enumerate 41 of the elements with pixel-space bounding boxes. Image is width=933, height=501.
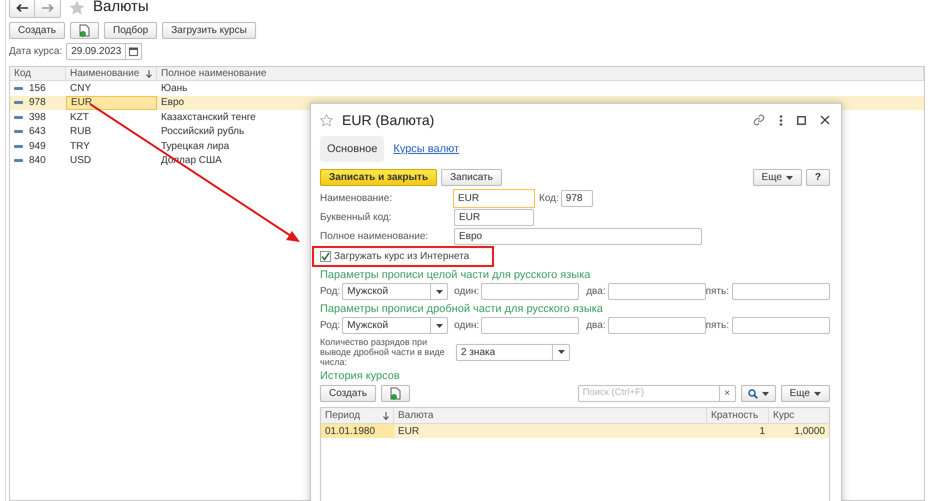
table-cell-text: Турецкая лира: [161, 140, 230, 154]
table-cell: 01.01.1980: [321, 424, 394, 438]
table-cell-text: RUB: [69, 125, 92, 139]
table-cell-text: 1: [759, 424, 765, 438]
table-cell-text: USD: [69, 154, 92, 168]
table-cell-text: 398: [29, 110, 46, 125]
table-cell-text: CNY: [69, 82, 92, 96]
field-label: Наименование:: [320, 192, 394, 206]
table-cell-text: 1,0000: [794, 424, 825, 438]
table-cell-text: 978: [29, 96, 46, 110]
table-cell-text: EUR: [398, 424, 420, 438]
dialog-title: EUR (Валюта): [342, 110, 434, 130]
checkbox-label: Загружать курс из Интернета: [334, 250, 470, 264]
section-heading: Параметры прописи целой части для русского языка: [320, 268, 592, 282]
table-cell-text: Евро: [161, 96, 184, 110]
field-label: два:: [586, 285, 606, 299]
field-label: Род:: [320, 285, 340, 299]
date-label: Дата курса:: [9, 45, 62, 59]
field-label: пять:: [706, 319, 729, 333]
table-cell-text: 643: [29, 125, 46, 140]
field-label: Род:: [320, 319, 340, 333]
table-cell-text: Российский рубль: [161, 125, 244, 140]
table-cell-text: 156: [29, 82, 46, 96]
table-cell-text: KZT: [69, 110, 90, 124]
field-label: Полное наименование:: [320, 230, 430, 244]
section-heading: Параметры прописи дробной части для русского языка: [320, 302, 604, 316]
table-cell-text: Юань: [161, 82, 188, 96]
field-label: один:: [454, 285, 480, 299]
page-title: Валюты: [93, 0, 149, 18]
table-cell-text: TRY: [69, 140, 91, 154]
table-cell-text: 840: [29, 154, 46, 168]
field-label: Количество разрядов при выводе дробной части в виде числа:: [320, 337, 446, 367]
table-cell: EUR: [66, 96, 157, 110]
field-label: Буквенный код:: [320, 211, 393, 225]
field-label: пять:: [706, 285, 729, 299]
field-label: два:: [586, 319, 606, 333]
table-cell-text: 949: [29, 140, 46, 154]
field-label: Код:: [539, 192, 559, 206]
section-heading: История курсов: [320, 369, 401, 383]
field-label: один:: [454, 319, 480, 333]
table-cell-text: Казахстанский тенге: [161, 110, 256, 125]
